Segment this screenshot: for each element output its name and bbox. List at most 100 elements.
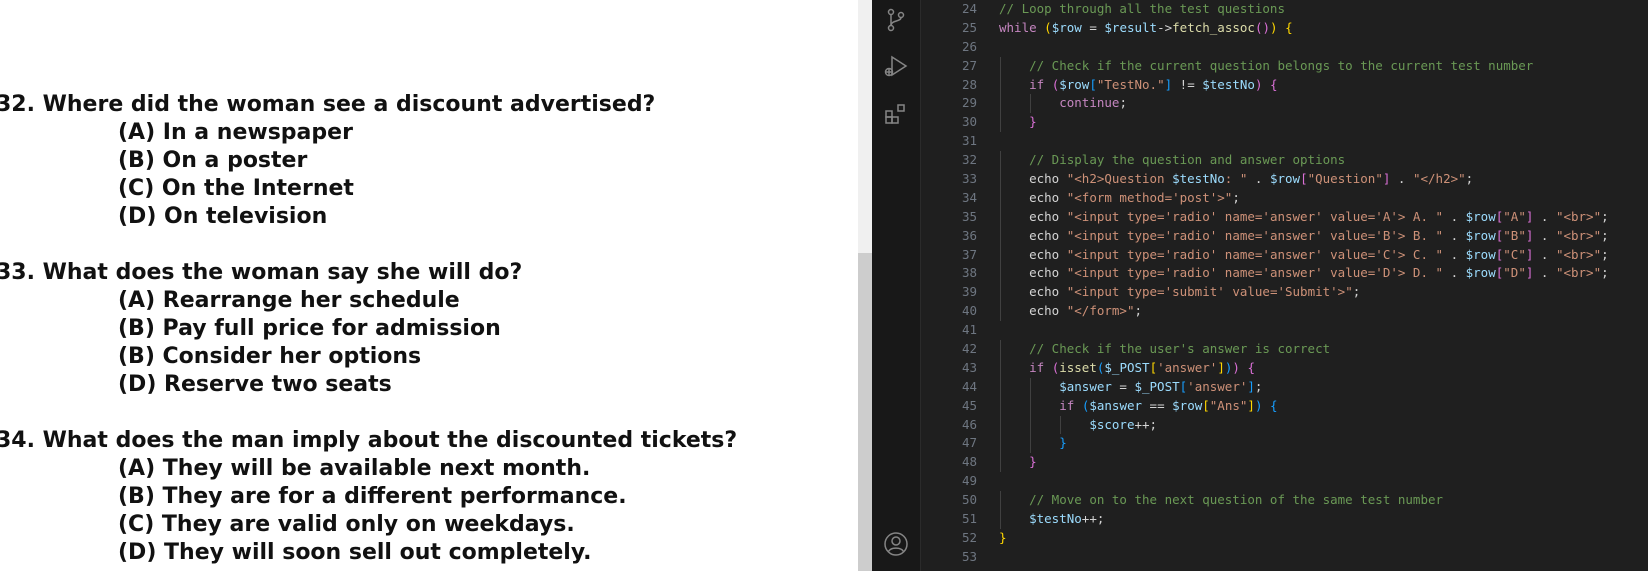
code-token: )	[1232, 359, 1240, 375]
code-token: ;	[1352, 284, 1361, 300]
code-line[interactable]: 43 if (isset($_POST['answer'])) {	[921, 358, 1648, 378]
code-token: !=	[1172, 76, 1203, 92]
code-line[interactable]: 50 // Move on to the next question of th…	[921, 491, 1648, 511]
code-token: [	[1149, 359, 1158, 375]
code-token: $result	[1104, 19, 1158, 35]
question-title: 33. What does the woman say she will do?	[0, 260, 523, 285]
code-line[interactable]: 53	[921, 548, 1648, 567]
indent-guide	[1000, 491, 1001, 511]
line-number: 37	[961, 246, 977, 262]
code-line[interactable]: 42 // Check if the user's answer is corr…	[921, 340, 1648, 359]
code-line[interactable]: 45 if ($answer == $row["Ans"]) {	[921, 396, 1648, 416]
code-line[interactable]: 46 $score++;	[921, 415, 1648, 435]
code-token: ]	[1164, 76, 1173, 92]
scrollbar-thumb[interactable]	[858, 253, 872, 571]
code-line[interactable]: 27 // Check if the current question belo…	[921, 56, 1648, 76]
indent-guide	[1000, 283, 1001, 303]
code-token: $answer	[1059, 378, 1112, 394]
line-number: 40	[961, 303, 977, 319]
code-line[interactable]: 28 if ($row["TestNo."] != $testNo) {	[921, 75, 1648, 95]
code-line[interactable]: 25 while ($row = $result->fetch_assoc()) …	[921, 19, 1648, 38]
code-line[interactable]: 47 }	[921, 434, 1648, 454]
line-number: 45	[961, 397, 977, 413]
code-text: // Display the question and answer optio…	[999, 152, 1345, 167]
code-token: isset	[1059, 359, 1097, 375]
code-token: ;	[1601, 246, 1609, 262]
code-token: fetch_assoc	[1172, 19, 1255, 35]
code-line[interactable]: 38 echo "<input type='radio' name='answe…	[921, 264, 1648, 284]
code-token: )	[1270, 19, 1278, 35]
code-token: "B"	[1503, 227, 1526, 243]
question-33: 33. What does the woman say she will do?…	[0, 259, 858, 399]
code-line[interactable]: 49	[921, 472, 1648, 491]
code-text: echo "<input type='radio' name='answer' …	[999, 228, 1609, 243]
indent-guide	[1000, 434, 1001, 454]
code-token: $row	[1051, 19, 1082, 35]
code-text: echo "<input type='submit' value='Submit…	[999, 284, 1360, 299]
code-line[interactable]: 26	[921, 38, 1648, 57]
code-token: .	[1443, 208, 1466, 224]
code-line[interactable]: 31	[921, 132, 1648, 151]
code-token: {	[1247, 359, 1255, 375]
code-text: }	[999, 454, 1037, 469]
code-editor[interactable]: 24 // Loop through all the test questions…	[921, 0, 1648, 571]
code-token: [	[1089, 76, 1097, 92]
code-text: echo "<h2>Question $testNo: " . $row["Qu…	[999, 171, 1473, 186]
code-line[interactable]: 37 echo "<input type='radio' name='answe…	[921, 245, 1648, 265]
code-token: if	[1029, 76, 1045, 92]
code-token: 'answer'	[1187, 378, 1248, 394]
run-debug-icon[interactable]	[872, 46, 920, 86]
indent-guide	[1030, 415, 1032, 435]
code-token: .	[1247, 171, 1270, 187]
code-token: if	[1029, 359, 1045, 375]
code-line[interactable]: 35 echo "<input type='radio' name='answe…	[921, 207, 1648, 227]
question-title: 32. Where did the woman see a discount a…	[0, 92, 656, 117]
indent-guide	[1000, 453, 1001, 473]
code-token: ]	[1247, 397, 1255, 413]
code-line[interactable]: 52}	[921, 529, 1648, 548]
code-line[interactable]: 44 $answer = $_POST['answer'];	[921, 377, 1648, 397]
code-token: "<input type='radio' name='answer' value…	[1066, 227, 1444, 243]
code-line[interactable]: 36 echo "<input type='radio' name='answe…	[921, 226, 1648, 246]
code-token: ;	[1134, 303, 1143, 319]
code-line[interactable]: 40 echo "</form>";	[921, 302, 1648, 322]
source-control-icon[interactable]	[872, 0, 920, 40]
code-line[interactable]: 29 continue;	[921, 94, 1648, 114]
code-line[interactable]: 34 echo "<form method='post'>";	[921, 188, 1648, 208]
vertical-scrollbar[interactable]	[858, 0, 872, 571]
code-line[interactable]: 51 $testNo++;	[921, 510, 1648, 529]
code-token: .	[1390, 171, 1413, 187]
code-token: .	[1533, 227, 1556, 243]
extensions-icon[interactable]	[872, 94, 920, 134]
code-line[interactable]: 41	[921, 321, 1648, 340]
code-line[interactable]: 39 echo "<input type='submit' value='Sub…	[921, 283, 1648, 303]
code-token: $row	[1465, 208, 1496, 224]
code-token: // Check if the user's answer is correct	[1029, 341, 1331, 357]
code-line[interactable]: 32 // Display the question and answer op…	[921, 151, 1648, 171]
indent-guide	[1030, 377, 1032, 397]
code-token: "<input type='radio' name='answer' value…	[1066, 246, 1444, 262]
code-text: }	[999, 530, 1007, 545]
code-token: // Move on to the next question of the s…	[1029, 492, 1444, 508]
line-number: 24	[961, 1, 977, 16]
code-text: echo "<input type='radio' name='answer' …	[999, 265, 1609, 280]
line-number: 29	[961, 95, 977, 111]
answer-option: (C) They are valid only on weekdays.	[118, 512, 575, 537]
code-token: $_POST	[1134, 378, 1180, 394]
code-line[interactable]: 48 }	[921, 453, 1648, 473]
account-icon[interactable]	[872, 524, 920, 564]
code-line[interactable]: 33 echo "<h2>Question $testNo: " . $row[…	[921, 170, 1648, 189]
indent-guide	[1000, 226, 1001, 246]
code-line[interactable]: 24 // Loop through all the test questions	[921, 0, 1648, 19]
code-line[interactable]: 30 }	[921, 113, 1648, 133]
code-text: $answer = $_POST['answer'];	[999, 379, 1262, 394]
code-text: if ($answer == $row["Ans"]) {	[999, 397, 1277, 413]
line-number: 34	[961, 189, 977, 205]
line-number: 52	[961, 529, 977, 545]
code-token: .	[1443, 265, 1466, 281]
